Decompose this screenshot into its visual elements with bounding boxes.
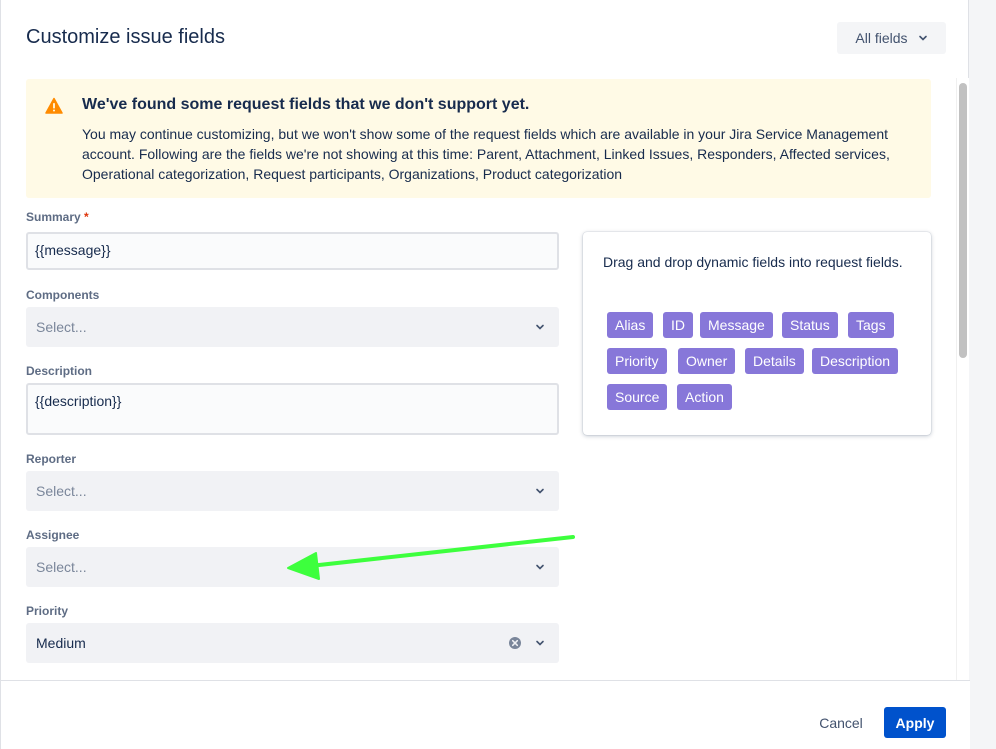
required-mark: * bbox=[84, 210, 89, 224]
dynamic-field-tag[interactable]: Action bbox=[677, 384, 732, 410]
summary-label: Summary * bbox=[26, 210, 89, 224]
warning-title: We've found some request fields that we … bbox=[82, 96, 530, 113]
clear-icon[interactable] bbox=[508, 636, 522, 650]
dynamic-field-tag[interactable]: Description bbox=[812, 348, 899, 374]
customize-fields-modal: Customize issue fields All fields We've … bbox=[0, 0, 970, 749]
description-textarea[interactable]: {{description}} bbox=[26, 383, 559, 435]
summary-label-text: Summary bbox=[26, 210, 81, 224]
chevron-down-icon bbox=[918, 35, 927, 41]
modal-title: Customize issue fields bbox=[26, 26, 225, 48]
all-fields-label: All fields bbox=[855, 30, 908, 46]
dynamic-field-tag[interactable]: Alias bbox=[607, 312, 654, 338]
dynamic-field-tag[interactable]: Details bbox=[745, 348, 804, 374]
warning-body: You may continue customizing, but we won… bbox=[82, 126, 890, 182]
summary-value: {{message}} bbox=[35, 242, 111, 258]
dynamic-field-tag[interactable]: Owner bbox=[678, 348, 736, 374]
apply-button[interactable]: Apply bbox=[884, 707, 946, 738]
chevron-down-icon bbox=[536, 488, 544, 494]
chevron-down-icon bbox=[536, 564, 544, 570]
chevron-down-icon bbox=[536, 324, 544, 330]
description-label: Description bbox=[26, 364, 93, 378]
summary-input[interactable]: {{message}} bbox=[26, 232, 559, 270]
reporter-placeholder: Select... bbox=[36, 483, 87, 499]
reporter-select[interactable]: Select... bbox=[26, 471, 559, 511]
scrollbar-thumb[interactable] bbox=[959, 83, 967, 358]
components-label: Components bbox=[26, 288, 100, 302]
unsupported-fields-warning: We've found some request fields that we … bbox=[26, 79, 931, 198]
warning-triangle-icon bbox=[45, 97, 63, 114]
dynamic-field-tag[interactable]: Tags bbox=[848, 312, 894, 338]
dynamic-field-tag[interactable]: Status bbox=[782, 312, 838, 338]
dynamic-field-tag[interactable]: ID bbox=[663, 312, 693, 338]
dynamic-fields-panel: Drag and drop dynamic fields into reques… bbox=[583, 232, 931, 435]
priority-select[interactable]: Medium bbox=[26, 623, 559, 663]
cancel-button[interactable]: Cancel bbox=[809, 707, 873, 739]
modal-footer: Cancel Apply bbox=[1, 680, 970, 749]
dynamic-field-tag[interactable]: Message bbox=[700, 312, 773, 338]
dynamic-fields-instruction: Drag and drop dynamic fields into reques… bbox=[603, 254, 903, 270]
assignee-label: Assignee bbox=[26, 528, 80, 542]
reporter-label: Reporter bbox=[26, 452, 77, 466]
assignee-select[interactable]: Select... bbox=[26, 547, 559, 587]
description-value: {{description}} bbox=[35, 393, 122, 409]
components-select[interactable]: Select... bbox=[26, 307, 559, 347]
priority-label: Priority bbox=[26, 604, 69, 618]
assignee-placeholder: Select... bbox=[36, 559, 87, 575]
dynamic-field-tag[interactable]: Priority bbox=[607, 348, 667, 374]
components-placeholder: Select... bbox=[36, 319, 87, 335]
all-fields-dropdown[interactable]: All fields bbox=[837, 22, 946, 54]
dynamic-field-tag[interactable]: Source bbox=[607, 384, 668, 410]
priority-value: Medium bbox=[36, 635, 86, 651]
backdrop bbox=[969, 0, 996, 749]
chevron-down-icon bbox=[536, 640, 544, 646]
